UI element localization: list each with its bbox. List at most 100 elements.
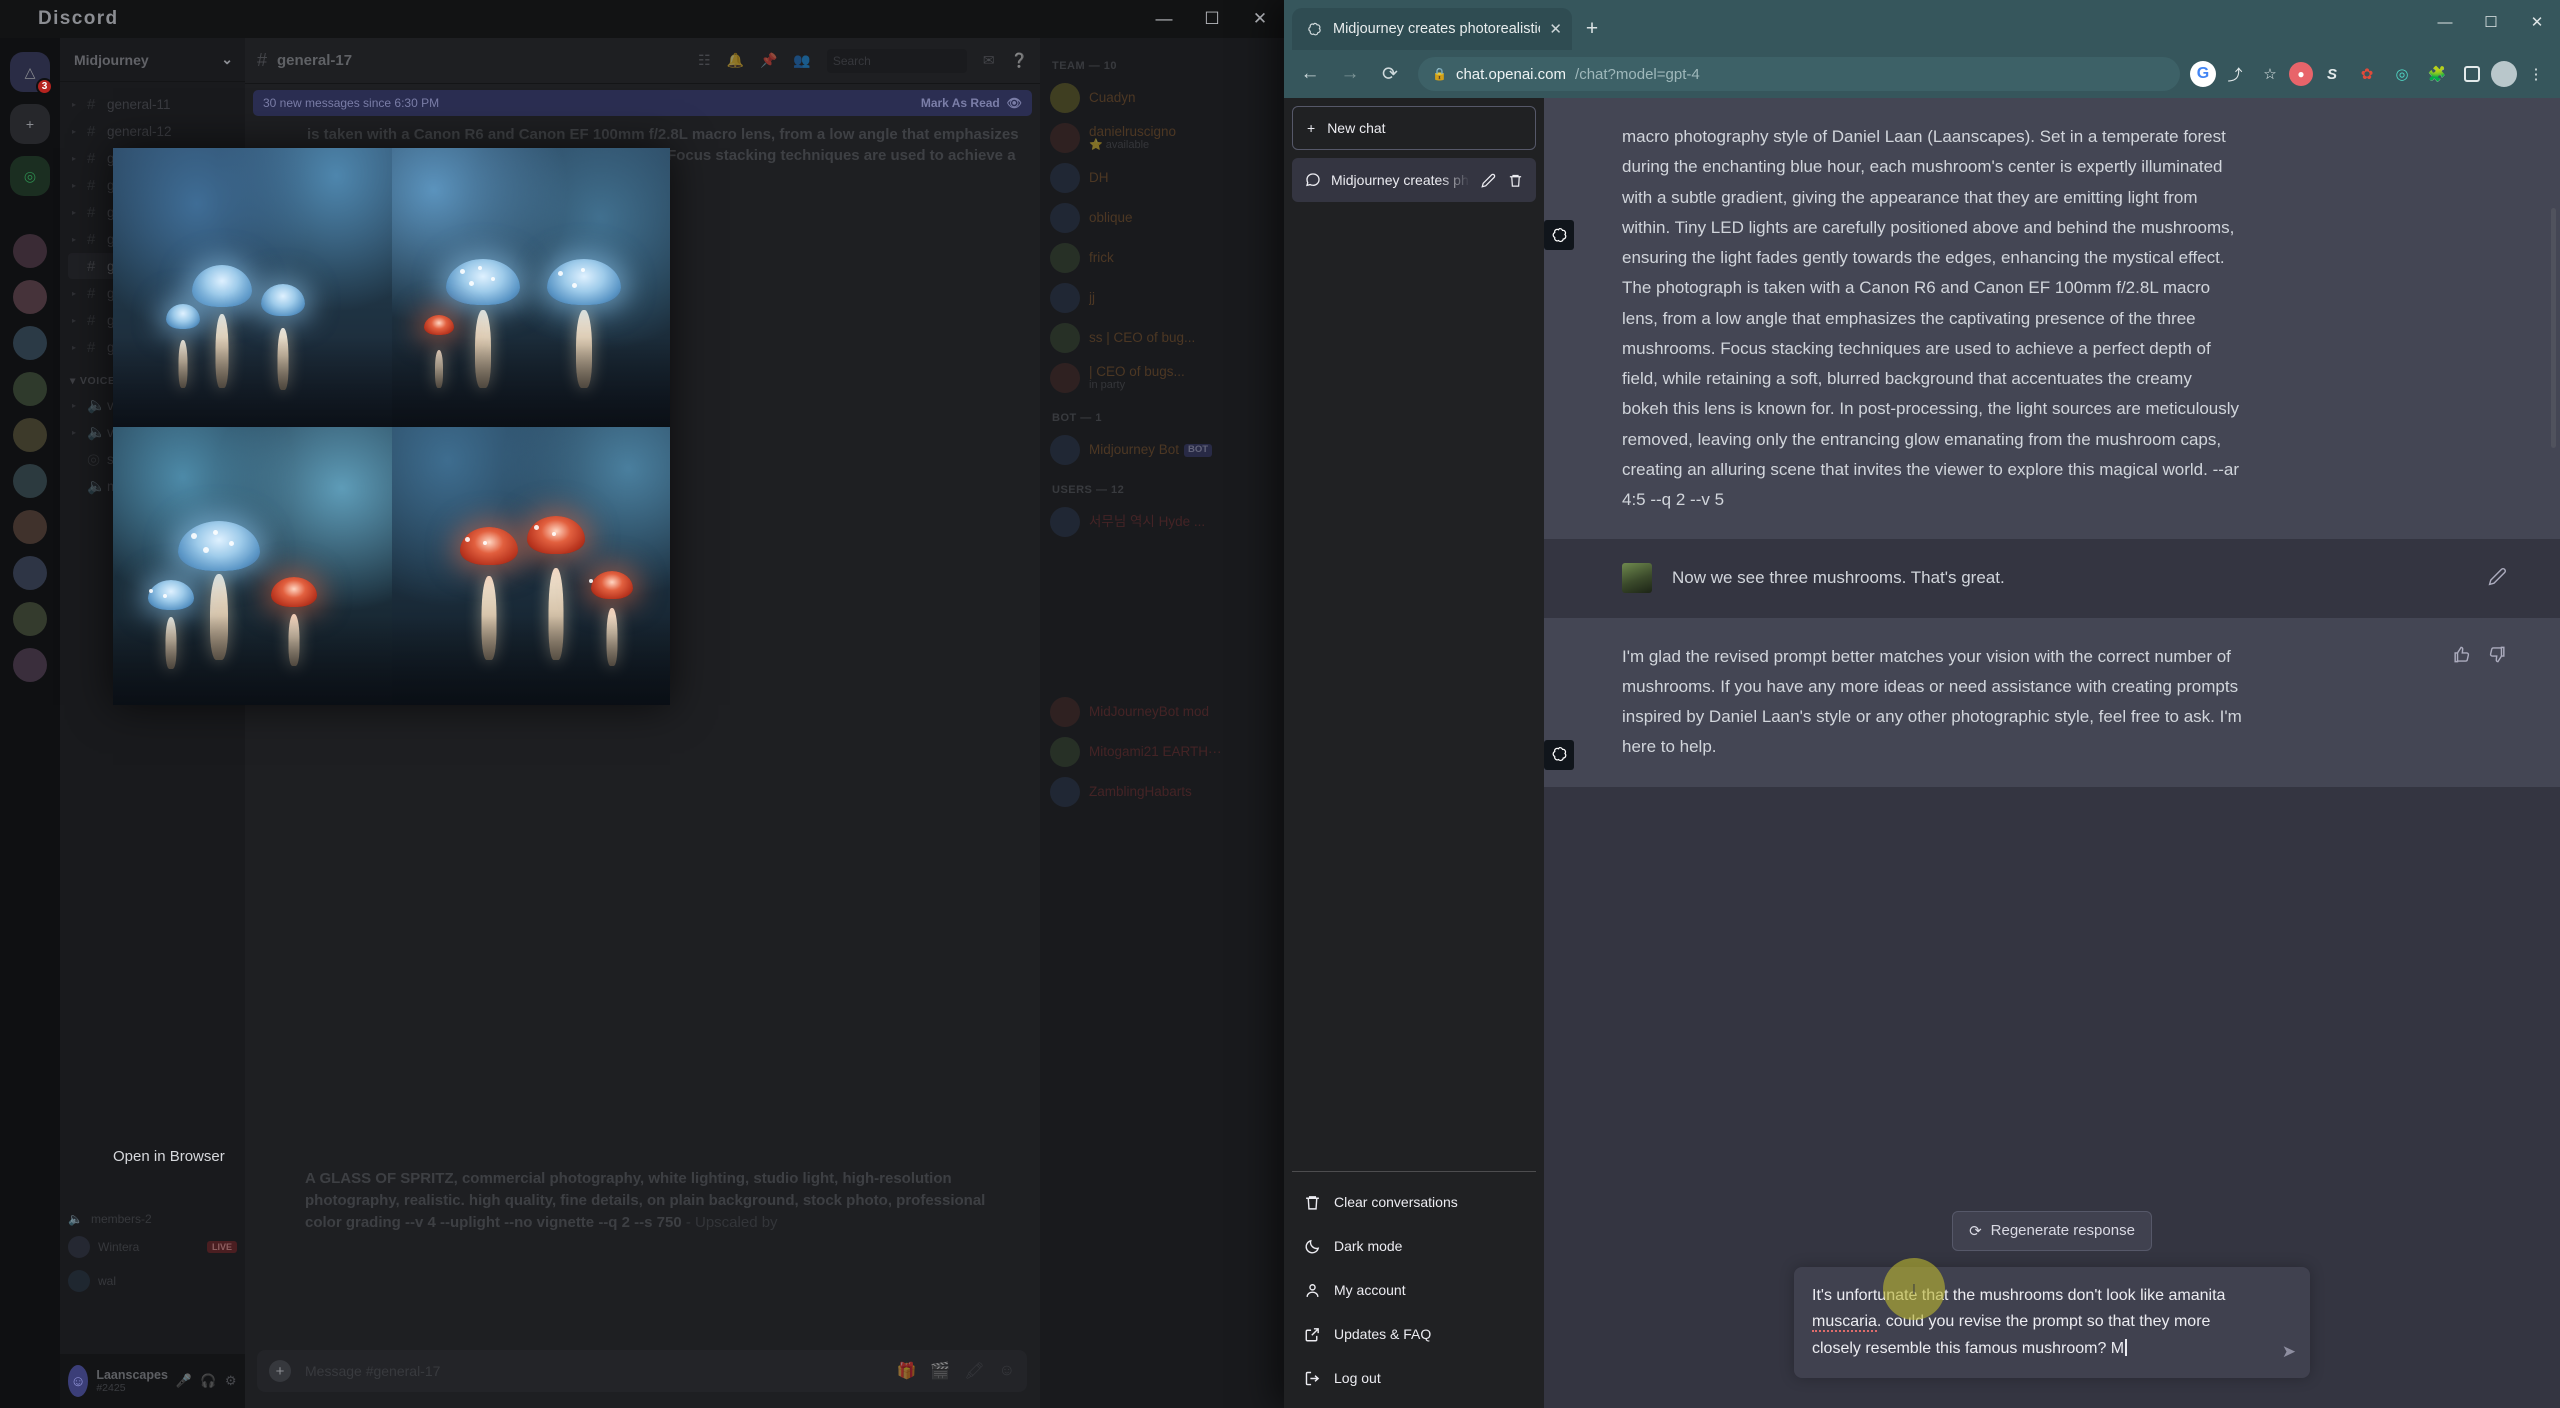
threads-icon[interactable]: ☷ xyxy=(698,52,711,69)
member-row[interactable]: danielruscigno ⭐ available xyxy=(1040,118,1284,158)
new-chat-button[interactable]: + New chat xyxy=(1292,106,1536,150)
guild-add-server-button[interactable]: + xyxy=(10,104,50,144)
thumbs-up-icon[interactable] xyxy=(2450,644,2472,666)
channel-general-12[interactable]: ▸ # general-12 xyxy=(68,118,237,144)
member-row-bot[interactable]: Midjourney Bot BOT xyxy=(1040,430,1284,470)
member-row[interactable]: Mitogami21 EARTH··· xyxy=(1040,732,1284,772)
discord-message-composer[interactable]: + Message #general-17 🎁 🎬 🖍 ☺ xyxy=(257,1350,1027,1392)
browser-tab-chatgpt[interactable]: Midjourney creates photorealistic ✕ xyxy=(1292,8,1572,50)
help-icon[interactable]: ❔ xyxy=(1011,52,1028,69)
gear-icon[interactable]: ⚙ xyxy=(224,1373,237,1389)
address-bar[interactable]: 🔒 chat.openai.com/chat?model=gpt-4 xyxy=(1418,57,2180,91)
scrollbar-thumb[interactable] xyxy=(2551,208,2556,448)
thumbs-down-icon[interactable] xyxy=(2486,644,2508,666)
conversation-item-active[interactable]: Midjourney creates pho xyxy=(1292,158,1536,202)
chrome-menu-icon[interactable]: ⋮ xyxy=(2520,58,2552,90)
member-row[interactable]: Cuadyn xyxy=(1040,78,1284,118)
dark-mode-button[interactable]: Dark mode xyxy=(1292,1224,1536,1268)
member-row[interactable]: oblique xyxy=(1040,198,1284,238)
midjourney-image-4[interactable] xyxy=(391,426,670,705)
forward-button[interactable]: → xyxy=(1332,56,1368,92)
pin-icon[interactable]: 📌 xyxy=(760,52,777,69)
member-row[interactable]: DH xyxy=(1040,158,1284,198)
discord-maximize-button[interactable]: ☐ xyxy=(1188,0,1236,38)
chevron-down-icon[interactable]: ⌄ xyxy=(221,51,233,68)
clear-conversations-button[interactable]: Clear conversations xyxy=(1292,1180,1536,1224)
sider-icon[interactable]: S xyxy=(2316,58,2348,90)
member-row[interactable]: 서무님 역시 Hyde ... xyxy=(1040,502,1284,542)
chat-input-text[interactable]: It's unfortunate that the mushrooms don'… xyxy=(1812,1283,2262,1362)
edit-icon[interactable] xyxy=(1480,172,1497,189)
channel-general-11[interactable]: ▸ # general-11 xyxy=(68,91,237,117)
assistant-message-text: macro photography style of Daniel Laan (… xyxy=(1622,127,2240,509)
reload-button[interactable]: ⟳ xyxy=(1372,56,1408,92)
midjourney-image-grid[interactable] xyxy=(113,148,670,705)
member-row[interactable]: MidJourneyBot mod xyxy=(1040,692,1284,732)
member-row[interactable]: jj xyxy=(1040,278,1284,318)
dm-avatar-9[interactable] xyxy=(13,602,47,636)
discord-minimize-button[interactable]: — xyxy=(1140,0,1188,38)
profile-avatar[interactable] xyxy=(2491,61,2517,87)
avatar[interactable]: ☺ xyxy=(68,1365,89,1397)
side-panel-icon[interactable] xyxy=(2456,58,2488,90)
members-icon[interactable]: 👥 xyxy=(793,52,810,69)
midjourney-image-1[interactable] xyxy=(113,148,392,427)
dm-avatar-3[interactable] xyxy=(13,326,47,360)
member-row[interactable]: ss | CEO of bug... xyxy=(1040,318,1284,358)
log-out-button[interactable]: Log out xyxy=(1292,1356,1536,1400)
dm-avatar-5[interactable] xyxy=(13,418,47,452)
color-extension-icon[interactable]: ✿ xyxy=(2351,58,2383,90)
attach-plus-icon[interactable]: + xyxy=(269,1360,291,1382)
dm-avatar-6[interactable] xyxy=(13,464,47,498)
new-tab-button[interactable]: + xyxy=(1574,11,1610,47)
dm-avatar-4[interactable] xyxy=(13,372,47,406)
chat-input-box[interactable]: It's unfortunate that the mushrooms don'… xyxy=(1794,1266,2310,1378)
emoji-icon[interactable]: ☺ xyxy=(999,1362,1015,1380)
gif-icon[interactable]: 🎬 xyxy=(930,1361,950,1381)
mark-as-read-button[interactable]: Mark As Read xyxy=(921,96,1000,110)
delete-icon[interactable] xyxy=(1507,172,1524,189)
dm-avatar-10[interactable] xyxy=(13,648,47,682)
send-button[interactable]: ➤ xyxy=(2282,1342,2296,1362)
bookmark-star-icon[interactable]: ☆ xyxy=(2254,58,2286,90)
chatgpt-sidebar-menu: Clear conversations Dark mode My account xyxy=(1292,1171,1536,1400)
adblock-icon[interactable]: ● xyxy=(2289,62,2313,86)
google-icon[interactable]: G xyxy=(2190,61,2216,87)
microphone-icon[interactable]: 🎤 xyxy=(176,1373,192,1389)
discord-close-button[interactable]: ✕ xyxy=(1236,0,1284,38)
regenerate-response-button[interactable]: ⟳ Regenerate response xyxy=(1952,1210,2152,1251)
inbox-icon[interactable]: ✉ xyxy=(983,52,995,69)
puzzle-extensions-icon[interactable]: 🧩 xyxy=(2421,58,2453,90)
refresh-icon: ⟳ xyxy=(1969,1222,1982,1240)
dm-avatar-1[interactable] xyxy=(13,234,47,268)
sticker-icon[interactable]: 🖍 xyxy=(964,1361,984,1381)
updates-faq-button[interactable]: Updates & FAQ xyxy=(1292,1312,1536,1356)
member-row[interactable]: | CEO of bugs... in party xyxy=(1040,358,1284,398)
guild-explore-button[interactable]: ◎ xyxy=(10,156,50,196)
member-row[interactable]: frick xyxy=(1040,238,1284,278)
discord-new-messages-banner[interactable]: 30 new messages since 6:30 PM Mark As Re… xyxy=(253,90,1032,116)
gift-icon[interactable]: 🎁 xyxy=(897,1361,917,1381)
midjourney-image-2[interactable] xyxy=(391,148,670,427)
back-button[interactable]: ← xyxy=(1292,56,1328,92)
member-name: frick xyxy=(1089,250,1114,266)
teal-extension-icon[interactable]: ◎ xyxy=(2386,58,2418,90)
browser-minimize-button[interactable]: — xyxy=(2422,0,2468,44)
discord-search-input[interactable]: Search xyxy=(826,48,967,73)
share-icon[interactable]: ⤴ xyxy=(2219,58,2251,90)
close-icon[interactable]: ✕ xyxy=(1549,20,1562,38)
midjourney-image-3[interactable] xyxy=(113,426,392,705)
browser-maximize-button[interactable]: ☐ xyxy=(2468,0,2514,44)
dm-avatar-8[interactable] xyxy=(13,556,47,590)
dm-avatar-7[interactable] xyxy=(13,510,47,544)
bell-icon[interactable]: 🔔 xyxy=(727,52,744,69)
dm-avatar-2[interactable] xyxy=(13,280,47,314)
my-account-button[interactable]: My account xyxy=(1292,1268,1536,1312)
guild-icon-midjourney[interactable]: △ 3 xyxy=(10,52,53,95)
open-in-browser-button[interactable]: Open in Browser xyxy=(113,1148,225,1165)
discord-server-header[interactable]: Midjourney ⌄ xyxy=(60,38,245,82)
member-row[interactable]: ZamblingHabarts xyxy=(1040,772,1284,812)
headset-icon[interactable]: 🎧 xyxy=(200,1373,216,1389)
edit-message-icon[interactable] xyxy=(2486,565,2508,587)
browser-close-button[interactable]: ✕ xyxy=(2514,0,2560,44)
